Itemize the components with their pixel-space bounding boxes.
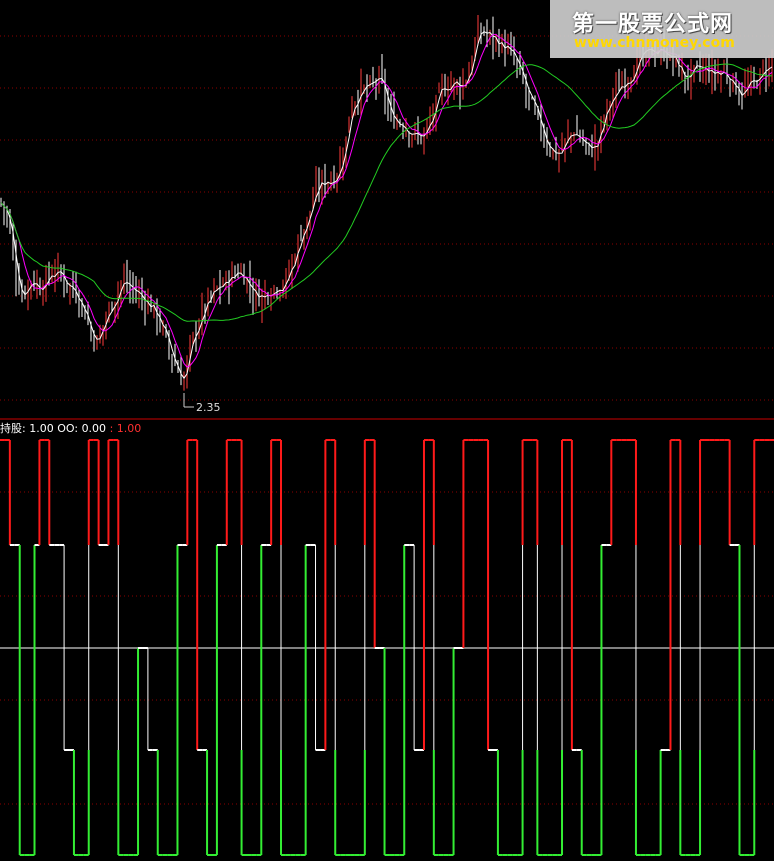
candlestick-series (0, 14, 773, 391)
legend-value-oo: 0.00 (81, 422, 107, 435)
signal-step-series (0, 439, 774, 856)
low-annotation: 2.35 (183, 393, 221, 414)
indicator-legend: 持股: 1.00 OO: 0.00 : 1.00 (0, 422, 142, 435)
watermark-title: 第一股票公式网 (572, 12, 734, 37)
legend-value-third: 1.00 (116, 422, 142, 435)
low-annotation-label: 2.35 (196, 401, 221, 414)
ma-long-line (0, 63, 773, 322)
legend-value-holding: 1.00 (29, 422, 54, 435)
ma-mid-line (0, 33, 773, 368)
watermark-banner: 第一股票公式网 www.chnmoney.com (550, 0, 774, 58)
moving-average-lines (0, 30, 773, 380)
legend-name-oo: OO (57, 422, 75, 435)
legend-name-holding: 持股 (0, 422, 22, 435)
watermark-url: www.chnmoney.com (574, 35, 735, 51)
ma-short-line (0, 30, 773, 380)
